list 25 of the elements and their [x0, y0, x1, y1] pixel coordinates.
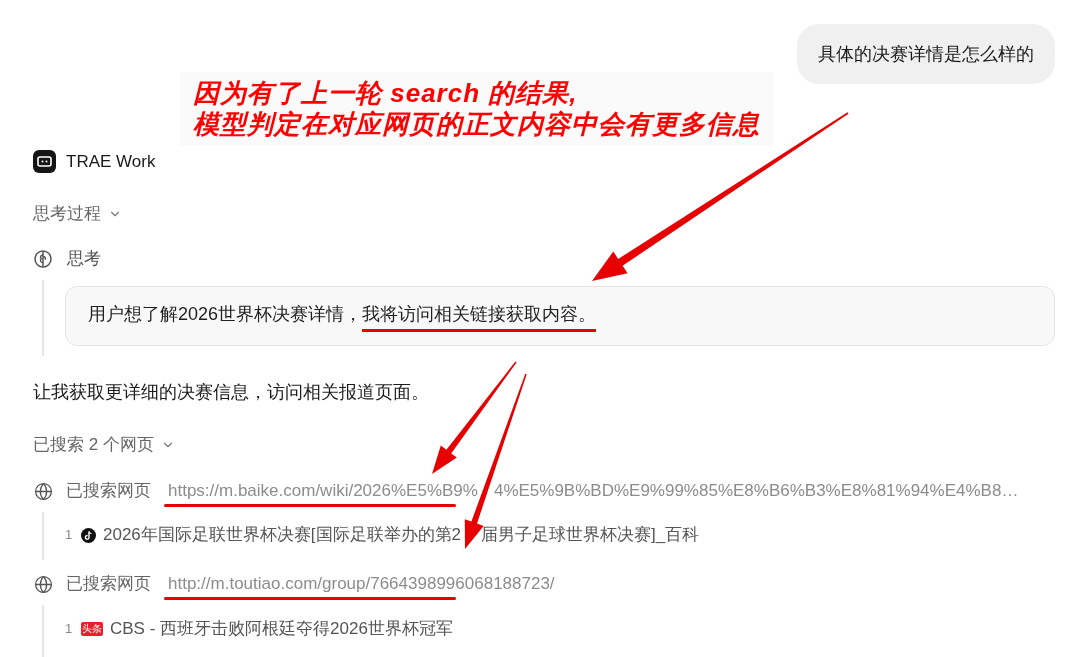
globe-icon [34, 481, 53, 501]
thinking-text: 用户想了解2026世界杯决赛详情，我将访问相关链接获取内容。 [88, 301, 597, 331]
music-note-icon [81, 527, 96, 543]
assistant-name: TRAE Work [66, 150, 156, 173]
app-logo-icon [33, 150, 56, 173]
user-message: 具体的决赛详情是怎么样的 [797, 24, 1055, 84]
search-summary-toggle[interactable]: 已搜索 2 个网页 [33, 433, 175, 457]
annotation-text: 因为有了上一轮 search 的结果, [193, 78, 579, 109]
annotation-text: 模型判定在对应网页的正文内容中会有更多信息 [193, 109, 760, 140]
search-result-link[interactable]: 2026年国际足联世界杯决赛[国际足联举办的第2 [103, 522, 461, 548]
search-url-link[interactable]: http://m.toutiao.com/group/7664398996068188723/ [168, 571, 555, 597]
globe-icon [34, 574, 53, 594]
search-label: 已搜索网页 [66, 573, 151, 596]
source-tag: 头条 [81, 622, 103, 636]
result-index: 1 [65, 620, 74, 639]
search-label: 已搜索网页 [66, 480, 151, 503]
thinking-process-toggle[interactable]: 思考过程 [33, 202, 122, 226]
search-result-link[interactable]: CBS - 西班牙击败阿根廷夺得2026世界杯冠军 [110, 616, 453, 642]
reply-text: 让我获取更详细的决赛信息，访问相关报道页面。 [33, 381, 429, 404]
brain-icon [34, 250, 52, 268]
search-url-link[interactable]: https://m.baike.com/wiki/2026%E5%B9% [168, 478, 478, 504]
search-result-link[interactable]: 届男子足球世界杯决赛]_百科 [481, 522, 700, 548]
search-url-link[interactable]: 4%E5%9B%BD%E9%99%85%E8%B6%B3%E8%81%94%E4%B8… [493, 478, 1019, 504]
step-label: 思考 [67, 248, 101, 271]
result-index: 1 [65, 526, 74, 545]
